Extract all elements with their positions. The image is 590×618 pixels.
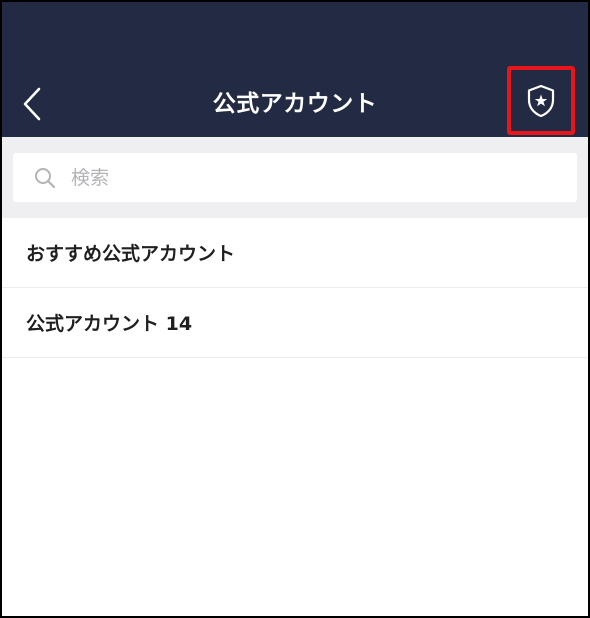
search-input[interactable]	[69, 165, 553, 190]
screen: 公式アカウント おすすめ公式アカウント 公式アカウント 14	[2, 2, 588, 616]
official-account-badge-button[interactable]	[507, 66, 575, 135]
list-item-recommended-accounts[interactable]: おすすめ公式アカウント	[2, 218, 588, 288]
search-box[interactable]	[13, 153, 577, 202]
page-title: 公式アカウント	[212, 91, 378, 117]
search-bar-area	[2, 137, 588, 218]
account-category-list: おすすめ公式アカウント 公式アカウント 14	[2, 218, 588, 358]
list-item-official-accounts[interactable]: 公式アカウント 14	[2, 288, 588, 358]
list-item-label: おすすめ公式アカウント	[26, 243, 236, 265]
list-item-label: 公式アカウント 14	[26, 313, 193, 335]
shield-star-icon	[527, 84, 555, 117]
search-icon	[33, 166, 57, 190]
top-navigation-bar: 公式アカウント	[2, 2, 588, 137]
